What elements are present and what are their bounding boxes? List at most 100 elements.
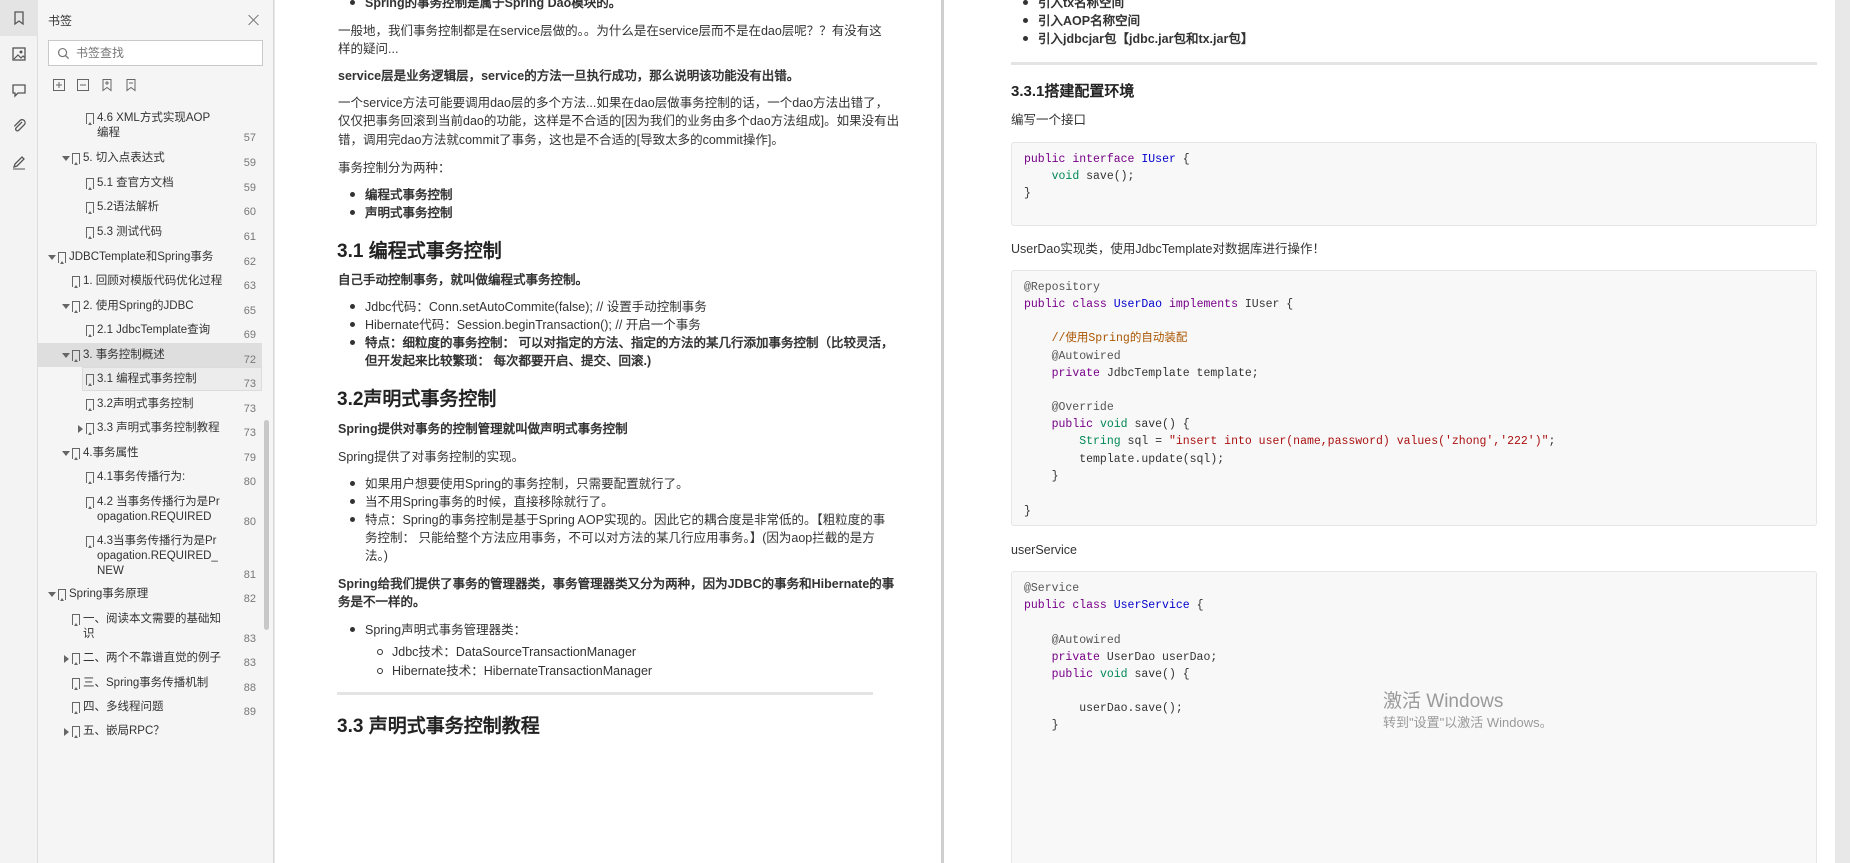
list-item: Spring声明式事务管理器类： — [349, 621, 526, 640]
divider — [337, 692, 873, 695]
bookmark-icon — [58, 589, 66, 601]
bookmark-item[interactable]: 四、多线程问题 89 — [38, 700, 262, 718]
bookmark-item[interactable]: 4.3当事务传播行为是Pr opagation.REQUIRED_ NEW 81 — [38, 534, 262, 582]
text-line: Spring给我们提供了事务的管理器类，事务管理器类又分为两种，因为JDBC的事… — [338, 577, 895, 591]
add-bookmark-icon[interactable] — [100, 78, 114, 92]
bookmark-item[interactable]: Spring事务原理 82 — [38, 587, 262, 605]
text-line: service层是业务逻辑层，service的方法一旦执行成功，那么说明该功能没… — [338, 69, 800, 83]
text-line: 事务控制分为两种： — [338, 161, 451, 175]
text-line: 仅仅把事务回滚到当前dao的功能，这样是不合适的[因为我们的业务由多个dao方法… — [338, 114, 900, 128]
list-item: 当不用Spring事务的时候，直接移除就行了。 — [350, 493, 614, 512]
bookmark-item[interactable]: 三、Spring事务传播机制 88 — [38, 676, 262, 694]
bookmark-tree: 4.6 XML方式实现AOP 编程 57 5. 切入点表达式 59 5.1 查官… — [38, 110, 274, 863]
bookmark-item[interactable]: 5.1 查官方文档 59 — [38, 176, 262, 194]
collapse-arrow-icon[interactable] — [48, 591, 56, 599]
list-item: Hibernate代码：Session.beginTransaction(); … — [350, 316, 701, 335]
bookmark-icon — [72, 678, 80, 690]
windows-activation-watermark: 激活 Windows 转到"设置"以激活 Windows。 — [1383, 690, 1553, 732]
code-block: @Repository public class UserDao impleme… — [1011, 270, 1817, 526]
delete-bookmark-icon[interactable] — [124, 78, 138, 92]
signature-icon[interactable] — [0, 144, 38, 180]
bookmark-icon — [86, 202, 94, 214]
bookmark-search-input[interactable] — [76, 46, 256, 60]
expand-arrow-icon[interactable] — [62, 728, 70, 736]
bookmark-icon — [86, 423, 94, 435]
bookmark-item[interactable]: 4.事务属性 79 — [38, 446, 262, 464]
text-line: 务是不一样的。 — [338, 595, 426, 609]
bookmark-item[interactable]: 5.2语法解析 60 — [38, 200, 262, 218]
expand-all-icon[interactable] — [52, 78, 66, 92]
watermark-line: 激活 Windows — [1383, 691, 1504, 712]
collapse-arrow-icon[interactable] — [48, 254, 56, 262]
bookmark-item-selected[interactable]: 3. 事务控制概述 72 — [38, 343, 262, 367]
list-item: 特点：细粒度的事务控制： 可以对指定的方法、指定的方法的某几行添加事务控制（比较… — [349, 334, 893, 353]
bookmark-item-current[interactable]: 3.1 编程式事务控制 73 — [82, 367, 262, 391]
bookmark-item[interactable]: JDBCTemplate和Spring事务 62 — [38, 250, 262, 268]
bookmark-panel-title: 书签 — [48, 13, 73, 28]
bookmark-icon — [72, 653, 80, 665]
list-item: Jdbc技术：DataSourceTransactionManager — [376, 643, 636, 662]
thumbnail-icon[interactable] — [0, 36, 38, 72]
bookmark-icon — [72, 153, 80, 165]
bookmark-icon — [86, 325, 94, 337]
close-icon[interactable] — [247, 13, 261, 27]
bookmark-item[interactable]: 4.2 当事务传播行为是Pr opagation.REQUIRED 80 — [38, 495, 262, 528]
bookmark-item[interactable]: 4.1事务传播行为: 80 — [38, 470, 262, 488]
bookmark-icon — [72, 301, 80, 313]
bookmark-search — [48, 40, 263, 66]
list-item: 特点：Spring的事务控制是基于Spring AOP实现的。因此它的耦合度是非… — [349, 511, 885, 530]
bookmark-item[interactable]: 3.2声明式事务控制 73 — [38, 397, 262, 415]
text-line: UserDao实现类，使用JdbcTemplate对数据库进行操作！ — [1011, 242, 1325, 256]
list-item: 引入jdbcjar包【jdbc.jar包和tx.jar包】 — [1022, 30, 1253, 49]
bookmark-item[interactable]: 3.3 声明式事务控制教程 73 — [38, 421, 262, 439]
bookmark-item[interactable]: 五、嵌局RPC？ — [38, 724, 262, 742]
collapse-arrow-icon[interactable] — [62, 352, 70, 360]
attachment-icon[interactable] — [0, 108, 38, 144]
list-item: Hibernate技术：HibernateTransactionManager — [376, 662, 652, 681]
collapse-arrow-icon[interactable] — [62, 303, 70, 311]
list-item: 如果用户想要使用Spring的事务控制，只需要配置就行了。 — [350, 475, 689, 494]
expand-arrow-icon[interactable] — [76, 425, 84, 433]
bookmark-scrollbar[interactable] — [264, 420, 269, 630]
bookmark-item[interactable]: 二、两个不靠谱直觉的例子 83 — [38, 651, 262, 669]
text-line: Spring的事务控制是属于Spring Dao模块的。 — [349, 0, 621, 13]
collapse-arrow-icon[interactable] — [62, 450, 70, 458]
bookmark-icon — [58, 252, 66, 264]
bookmark-item[interactable]: 2.1 JdbcTemplate查询 69 — [38, 323, 262, 341]
search-icon — [57, 47, 70, 59]
bookmark-icon — [86, 497, 94, 509]
text-line: Spring提供了对事务控制的实现。 — [338, 450, 525, 464]
bookmark-panel-header: 书签 — [38, 0, 273, 40]
document-viewport[interactable]: Spring的事务控制是属于Spring Dao模块的。 一般地，我们事务控制都… — [275, 0, 1850, 863]
text-line: 编写一个接口 — [1011, 113, 1087, 127]
list-item: 引入tx名称空间 — [1022, 0, 1124, 13]
comment-icon[interactable] — [0, 72, 38, 108]
bookmark-item[interactable]: 5. 切入点表达式 59 — [38, 151, 262, 169]
section-heading: 3.3.1搭建配置环境 — [1011, 83, 1135, 100]
bookmark-item[interactable]: 1. 回顾对模版代码优化过程 63 — [38, 274, 262, 292]
bookmark-item[interactable]: 4.6 XML方式实现AOP 编程 57 — [38, 111, 262, 144]
bookmark-icon — [72, 726, 80, 738]
bookmark-item[interactable]: 一、阅读本文需要的基础知 识 83 — [38, 612, 262, 645]
text-line: 样的疑问... — [338, 42, 399, 56]
bookmark-icon — [86, 536, 94, 548]
text-line: 错，调用完dao方法就commit了事务，这也是不合适的[导致太多的commit… — [338, 133, 784, 147]
bookmark-panel: 书签 4.6 XML方式实现AOP 编程 57 5. — [38, 0, 274, 863]
list-item: Jdbc代码：Conn.setAutoCommite(false); // 设置… — [350, 298, 707, 317]
bookmark-icon — [86, 399, 94, 411]
collapse-all-icon[interactable] — [76, 78, 90, 92]
expand-arrow-icon[interactable] — [62, 655, 70, 663]
bookmark-icon — [86, 472, 94, 484]
page-left: Spring的事务控制是属于Spring Dao模块的。 一般地，我们事务控制都… — [275, 0, 941, 863]
text-line: 一般地，我们事务控制都是在service层做的。。为什么是在service层而不… — [338, 24, 882, 38]
collapse-arrow-icon[interactable] — [62, 155, 70, 163]
bookmark-icon — [86, 374, 94, 386]
bookmark-item[interactable]: 5.3 测试代码 61 — [38, 225, 262, 243]
list-item: 引入AOP名称空间 — [1022, 12, 1140, 31]
bookmark-item[interactable]: 2. 使用Spring的JDBC 65 — [38, 299, 262, 317]
text-line: 但开发起来比较繁琐： 每次都要开启、提交、回滚.) — [365, 354, 652, 368]
code-block: public interface IUser { void save(); } — [1011, 142, 1817, 226]
list-item: 声明式事务控制 — [350, 204, 453, 223]
bookmark-panel-icon[interactable] — [0, 0, 38, 36]
bookmark-toolbar — [38, 66, 273, 104]
